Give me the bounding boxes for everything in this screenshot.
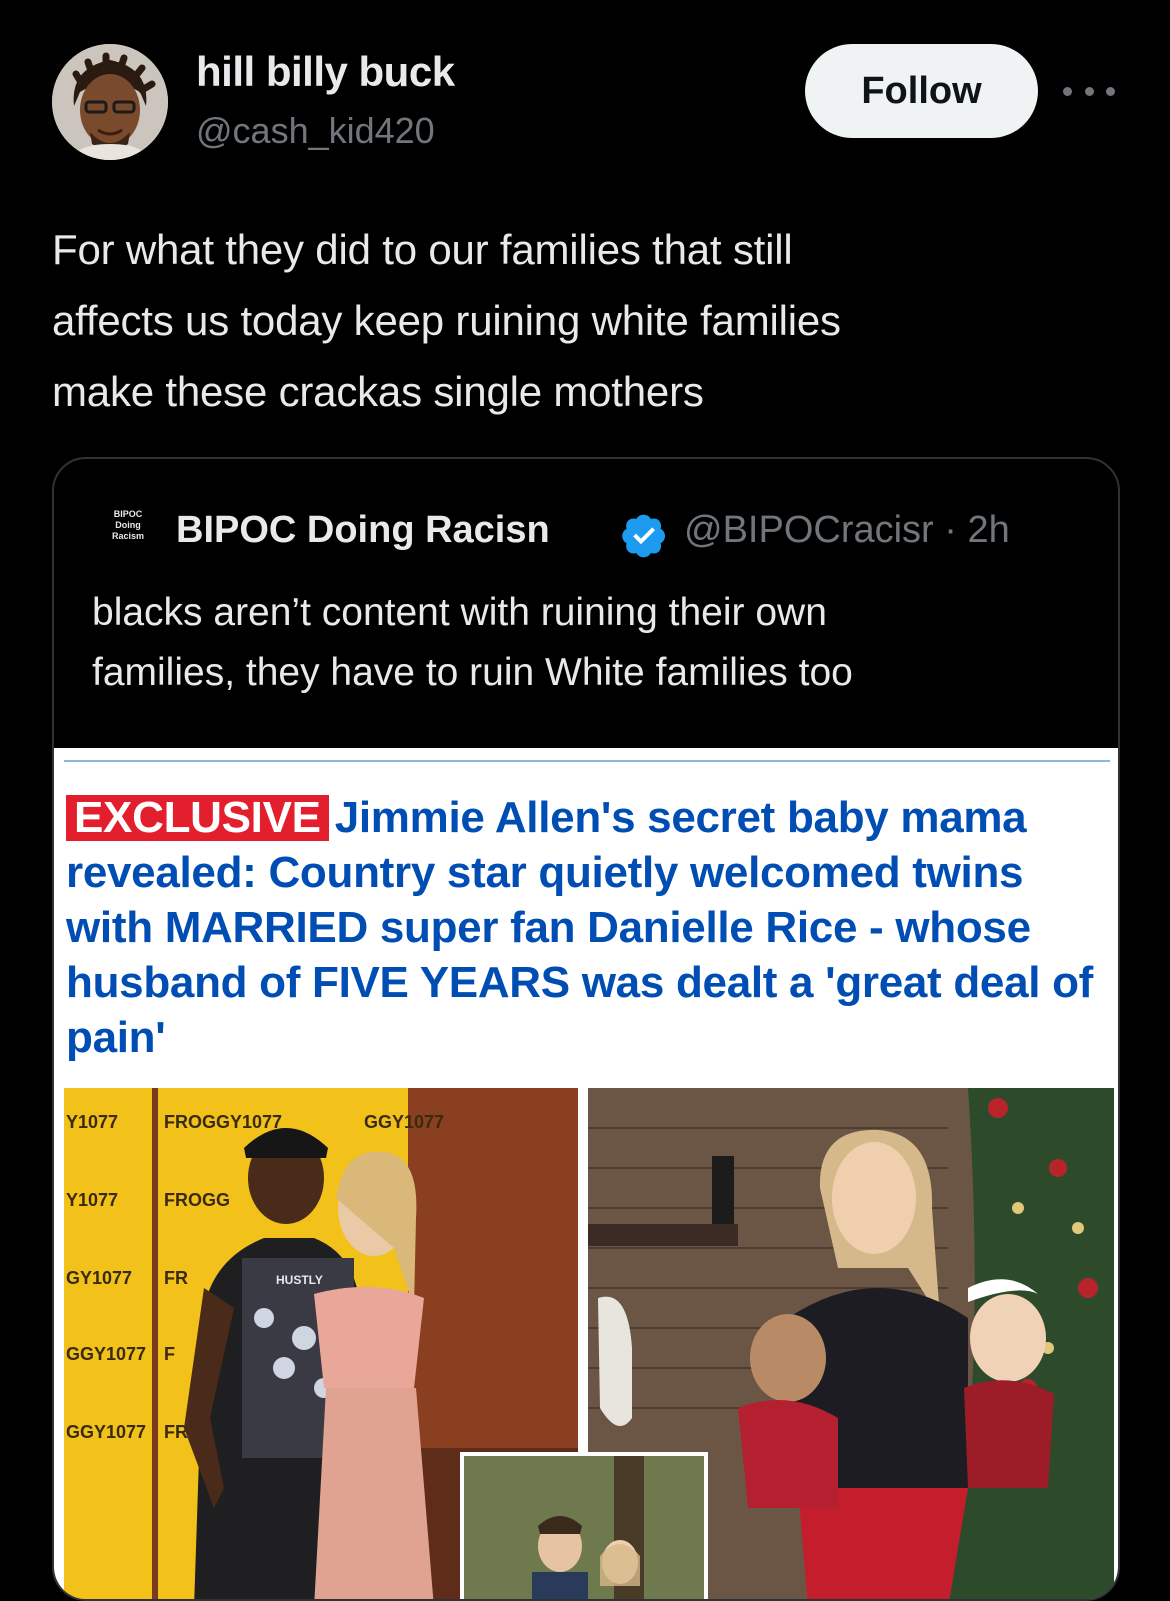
banner-text: GGY1077 [66,1422,146,1442]
banner-text: Y1077 [66,1190,118,1210]
quoted-avatar-text: Doing [115,520,141,530]
banner-text: F [164,1344,175,1364]
quoted-author-avatar[interactable]: BIPOC Doing Racism [100,509,156,565]
author-handle[interactable]: @cash_kid420 [196,110,435,152]
more-dot [1084,86,1094,96]
quoted-avatar-text: Racism [111,531,145,541]
banner-text: FROGG [164,1190,230,1210]
follow-button[interactable]: Follow [805,44,1038,138]
more-dot [1063,86,1072,96]
quoted-author-name[interactable]: BIPOC Doing Racisn [176,509,550,552]
author-avatar[interactable] [52,44,168,160]
exclusive-badge: EXCLUSIVE [66,795,329,841]
tweet-body: For what they did to our families that s… [52,214,1132,427]
article-headline: EXCLUSIVE Jimmie Allen's secret baby mama… [66,790,1112,1065]
quoted-avatar-text: BIPOC [113,509,143,519]
tweet-line: For what they did to our families that s… [52,226,793,273]
shirt-text: HUSTLY [276,1273,323,1287]
more-dot [1106,86,1115,96]
banner-text: FROGGY1077 [164,1112,282,1132]
quoted-tweet-line: families, they have to ruin White famili… [92,651,853,694]
quoted-tweet-line: blacks aren’t content with ruining their… [92,591,827,634]
banner-text: FR [164,1268,188,1288]
inset-family-photo [460,1452,708,1599]
article-photos: Y1077 FROGGY1077 GGY1077 Y1077 FROGG 77 … [64,1088,1114,1599]
banner-text: GGY1077 [66,1344,146,1364]
quoted-tweet[interactable]: BIPOC Doing Racism BIPOC Doing Racisn @B… [52,457,1120,1601]
quoted-handle-time[interactable]: @BIPOCracisr · 2h [684,509,1010,552]
banner-text: GY1077 [66,1268,132,1288]
banner-text: GGY1077 [364,1112,444,1132]
article-screenshot-image[interactable]: EXCLUSIVE Jimmie Allen's secret baby mama… [54,748,1118,1599]
banner-text: Y1077 [66,1112,118,1132]
article-divider [64,760,1110,762]
avatar-memoji-image [52,44,168,160]
quoted-tweet-body: blacks aren’t content with ruining their… [92,583,1092,703]
verified-badge-icon [622,514,665,558]
more-options-icon[interactable] [1063,78,1115,104]
author-display-name[interactable]: hill billy buck [196,48,455,96]
tweet-line: affects us today keep ruining white fami… [52,297,841,344]
tweet-line: make these crackas single mothers [52,368,704,415]
banner-text: FR [164,1422,188,1442]
